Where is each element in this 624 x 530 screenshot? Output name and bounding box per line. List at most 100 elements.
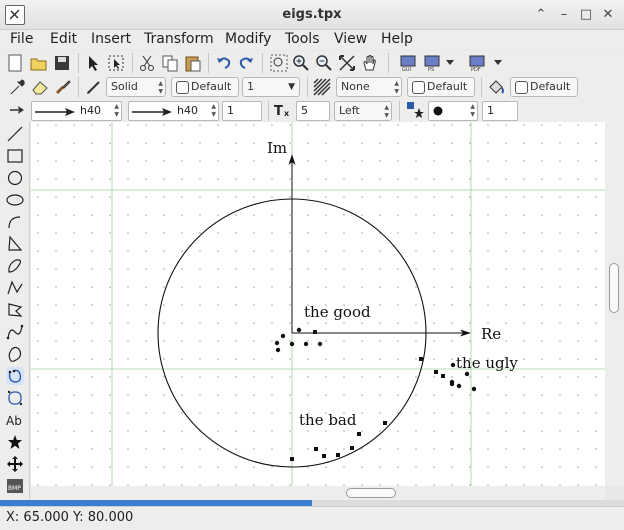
polyline-tool-icon[interactable] xyxy=(6,279,24,297)
new-file-icon[interactable] xyxy=(6,54,24,72)
closed-curve-points-tool-icon[interactable] xyxy=(6,389,24,407)
ellipse-tool-icon[interactable] xyxy=(6,191,24,209)
zoom-box-icon[interactable] xyxy=(270,54,288,72)
chevron-down-icon[interactable] xyxy=(492,56,504,68)
eigenvalue-dot[interactable] xyxy=(317,341,323,347)
pan-hand-icon[interactable] xyxy=(361,54,379,72)
eigenvalue-dot[interactable] xyxy=(275,347,281,353)
eyedropper-icon[interactable] xyxy=(8,78,26,96)
vertical-scrollbar[interactable] xyxy=(605,122,624,486)
drawing-canvas[interactable]: Im Re the good the bad the ugly xyxy=(31,122,605,486)
eigenvalue-dot[interactable] xyxy=(449,379,455,385)
closed-bezier-tool-icon[interactable] xyxy=(6,367,24,385)
line-style-select[interactable]: Solid ▲ ▼ xyxy=(106,77,166,97)
rectangle-tool-icon[interactable] xyxy=(6,147,24,165)
vertical-scroll-thumb[interactable] xyxy=(609,263,619,313)
eigenvalue-square[interactable] xyxy=(441,374,445,378)
eigenvalue-dot[interactable] xyxy=(464,371,470,377)
open-folder-icon[interactable] xyxy=(30,54,48,72)
maximize-icon[interactable]: □ xyxy=(577,6,595,24)
shade-icon[interactable]: ⌃ xyxy=(532,6,550,24)
menu-tools[interactable]: Tools xyxy=(285,31,320,47)
fill-style-select[interactable]: None ▲ ▼ xyxy=(336,77,402,97)
arrow-scale-input[interactable]: 1 xyxy=(222,101,262,121)
eigenvalue-dot[interactable] xyxy=(471,386,477,392)
marker-type-select[interactable]: ▲ ▼ xyxy=(428,101,478,121)
export-ps-icon[interactable]: PS xyxy=(423,54,441,72)
closed-polygon-tool-icon[interactable] xyxy=(6,301,24,319)
close-icon[interactable]: ✕ xyxy=(599,6,617,24)
eigenvalue-square[interactable] xyxy=(357,432,361,436)
copy-icon[interactable] xyxy=(161,54,179,72)
minimize-icon[interactable]: – xyxy=(555,6,573,24)
closed-curve-tool-icon[interactable] xyxy=(6,257,24,275)
arc-tool-icon[interactable] xyxy=(6,213,24,231)
blob-tool-icon[interactable] xyxy=(6,345,24,363)
text-tool-icon[interactable]: Ab xyxy=(6,411,24,429)
chevron-down-icon[interactable] xyxy=(444,56,456,68)
axis-label-im[interactable]: Im xyxy=(267,139,287,157)
horizontal-scroll-thumb[interactable] xyxy=(346,488,396,498)
bezier-tool-icon[interactable] xyxy=(6,323,24,341)
eigenvalue-dot[interactable] xyxy=(303,341,309,347)
eigenvalue-square[interactable] xyxy=(434,370,438,374)
line-pen-icon[interactable] xyxy=(85,78,103,96)
menu-modify[interactable]: Modify xyxy=(225,31,271,47)
label-the-ugly[interactable]: the ugly xyxy=(456,354,518,372)
zoom-in-icon[interactable] xyxy=(292,54,310,72)
eigenvalue-square[interactable] xyxy=(290,457,294,461)
menu-insert[interactable]: Insert xyxy=(91,31,131,47)
zoom-out-icon[interactable] xyxy=(315,54,333,72)
paste-icon[interactable] xyxy=(184,54,202,72)
eigenvalue-square[interactable] xyxy=(336,453,340,457)
fill-color-select[interactable]: Default xyxy=(407,77,475,97)
save-icon[interactable] xyxy=(53,54,71,72)
bucket-fill-icon[interactable] xyxy=(487,78,505,96)
redo-icon[interactable] xyxy=(237,54,255,72)
eigenvalue-square[interactable] xyxy=(313,330,317,334)
background-color-select[interactable]: Default xyxy=(510,77,578,97)
bitmap-tool-icon[interactable]: BMP xyxy=(6,477,24,495)
label-the-good[interactable]: the good xyxy=(304,303,371,321)
menu-help[interactable]: Help xyxy=(381,31,413,47)
text-align-select[interactable]: Left ▲ ▼ xyxy=(334,101,392,121)
line-color-select[interactable]: Default xyxy=(171,77,239,97)
menu-file[interactable]: File xyxy=(10,31,33,47)
eigenvalue-square[interactable] xyxy=(350,446,354,450)
horizontal-scrollbar[interactable] xyxy=(31,486,605,500)
eigenvalue-dot[interactable] xyxy=(280,333,286,339)
eigenvalue-dot[interactable] xyxy=(456,383,462,389)
label-the-bad[interactable]: the bad xyxy=(299,411,357,429)
menu-edit[interactable]: Edit xyxy=(50,31,77,47)
marker-tool-icon[interactable] xyxy=(6,433,24,451)
eigenvalue-square[interactable] xyxy=(322,454,326,458)
eigenvalue-square[interactable] xyxy=(314,447,318,451)
line-width-select[interactable]: 1 ▼ xyxy=(242,77,300,97)
arrow-end-select[interactable]: h40 ▲ ▼ xyxy=(128,101,219,121)
select-box-icon[interactable] xyxy=(107,54,125,72)
menu-view[interactable]: View xyxy=(334,31,367,47)
zoom-fit-icon[interactable] xyxy=(338,54,356,72)
polygon-tool-icon[interactable] xyxy=(6,235,24,253)
text-size-input[interactable]: 5 xyxy=(296,101,330,121)
eigenvalue-square[interactable] xyxy=(383,421,387,425)
eigenvalue-dot[interactable] xyxy=(450,362,456,368)
move-tool-icon[interactable] xyxy=(6,455,24,473)
eigenvalue-dot[interactable] xyxy=(289,341,295,347)
select-arrow-icon[interactable] xyxy=(85,54,103,72)
circle-tool-icon[interactable] xyxy=(6,169,24,187)
fill-pattern-icon[interactable] xyxy=(313,78,331,96)
marker-size-input[interactable]: 1 xyxy=(482,101,518,121)
eigenvalue-dot[interactable] xyxy=(296,327,302,333)
arrow-start-select[interactable]: h40 ▲ ▼ xyxy=(31,101,122,121)
paint-brush-icon[interactable] xyxy=(54,78,72,96)
eigenvalue-dot[interactable] xyxy=(274,340,280,346)
cut-icon[interactable] xyxy=(138,54,156,72)
axis-label-re[interactable]: Re xyxy=(481,325,501,343)
eigenvalue-square[interactable] xyxy=(419,357,423,361)
eraser-icon[interactable] xyxy=(31,78,49,96)
undo-icon[interactable] xyxy=(215,54,233,72)
export-gui-icon[interactable]: GUI xyxy=(399,54,417,72)
export-pdf-icon[interactable]: PDF xyxy=(468,54,486,72)
menu-transform[interactable]: Transform xyxy=(144,31,214,47)
